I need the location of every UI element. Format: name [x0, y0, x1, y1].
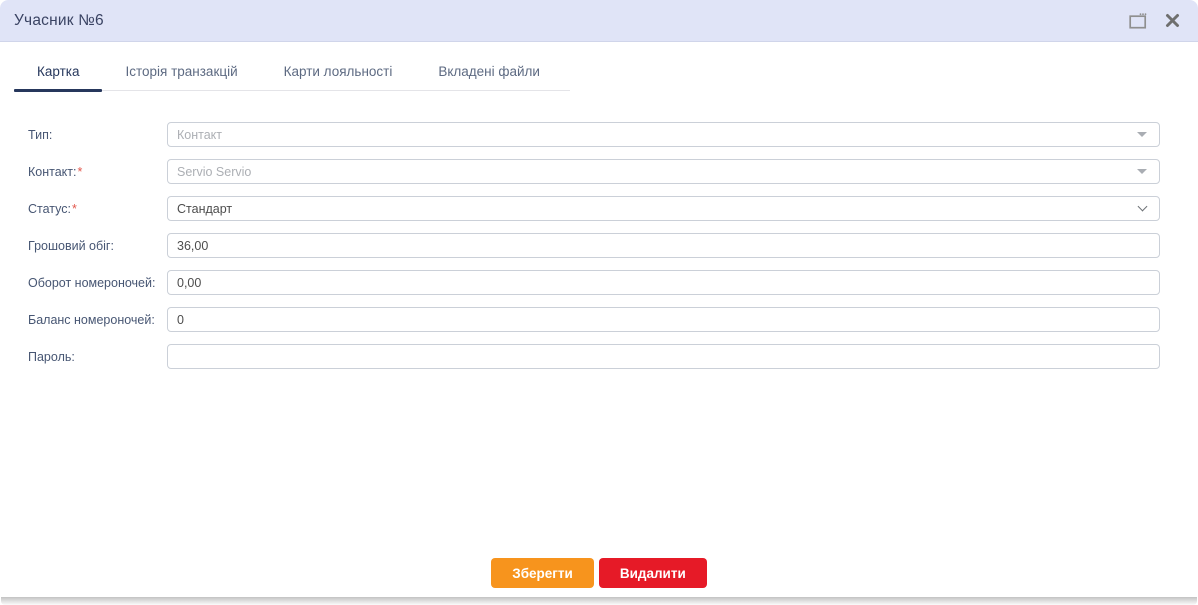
- status-select[interactable]: Стандарт: [167, 196, 1160, 221]
- field-label-wrap: Грошовий обіг:: [28, 239, 167, 253]
- field-label: Грошовий обіг:: [28, 238, 114, 253]
- type-select: Контакт: [167, 122, 1160, 147]
- field-label-wrap: Статус:*: [28, 202, 167, 216]
- form-row: Статус:* Стандарт: [28, 196, 1160, 221]
- caret-down-icon: [1134, 132, 1150, 137]
- dialog-title: Учасник №6: [14, 11, 104, 29]
- room-nights-balance-input[interactable]: [167, 307, 1160, 332]
- field-value: Servio Servio: [177, 164, 252, 179]
- required-asterisk: *: [77, 164, 83, 179]
- cash-turnover-input[interactable]: [167, 233, 1160, 258]
- form-fields: Тип: Контакт Контакт:* Servio Servio Ста…: [0, 91, 1198, 369]
- chevron-down-icon: [1134, 201, 1150, 212]
- form-row: Оборот номероночей:: [28, 270, 1160, 295]
- field-label: Тип:: [28, 127, 53, 142]
- maximize-icon[interactable]: [1128, 11, 1148, 31]
- field-label-wrap: Оборот номероночей:: [28, 276, 167, 290]
- participant-dialog: Учасник №6 Картка Історія транзакцій Кар…: [0, 0, 1198, 597]
- caret-down-icon: [1134, 169, 1150, 174]
- form-row: Грошовий обіг:: [28, 233, 1160, 258]
- contact-select: Servio Servio: [167, 159, 1160, 184]
- field-label-wrap: Контакт:*: [28, 165, 167, 179]
- room-nights-turnover-input[interactable]: [167, 270, 1160, 295]
- form-row: Баланс номероночей:: [28, 307, 1160, 332]
- password-input[interactable]: [167, 344, 1160, 369]
- form-row: Пароль:: [28, 344, 1160, 369]
- tab-karty-loyalnosti[interactable]: Карти лояльності: [261, 58, 416, 90]
- field-label: Контакт:: [28, 164, 77, 179]
- close-icon[interactable]: [1162, 11, 1182, 31]
- tab-vkladeni-fayly[interactable]: Вкладені файли: [415, 58, 563, 90]
- field-label-wrap: Тип:: [28, 128, 167, 142]
- tab-bar: Картка Історія транзакцій Карти лояльнос…: [14, 58, 570, 92]
- delete-button[interactable]: Видалити: [598, 558, 707, 588]
- save-button[interactable]: Зберегти: [491, 558, 594, 588]
- field-label: Баланс номероночей:: [28, 312, 155, 327]
- dialog-header: Учасник №6: [0, 0, 1198, 42]
- dialog-footer: Зберегти Видалити: [0, 558, 1198, 588]
- form-row: Контакт:* Servio Servio: [28, 159, 1160, 184]
- field-label-wrap: Пароль:: [28, 350, 167, 364]
- field-value: Стандарт: [177, 201, 233, 216]
- field-label: Пароль:: [28, 349, 75, 364]
- field-value: Контакт: [177, 127, 223, 142]
- field-label: Статус:: [28, 201, 71, 216]
- window-controls: [1128, 11, 1182, 31]
- tab-kartka[interactable]: Картка: [14, 58, 103, 92]
- page: Учасник №6 Картка Історія транзакцій Кар…: [0, 0, 1198, 605]
- required-asterisk: *: [72, 201, 77, 216]
- tab-istoriya-tranzaktsiy[interactable]: Історія транзакцій: [102, 58, 260, 90]
- field-label: Оборот номероночей:: [28, 275, 156, 290]
- dialog-bottom-shadow: [1, 597, 1197, 605]
- form-row: Тип: Контакт: [28, 122, 1160, 147]
- field-label-wrap: Баланс номероночей:: [28, 313, 167, 327]
